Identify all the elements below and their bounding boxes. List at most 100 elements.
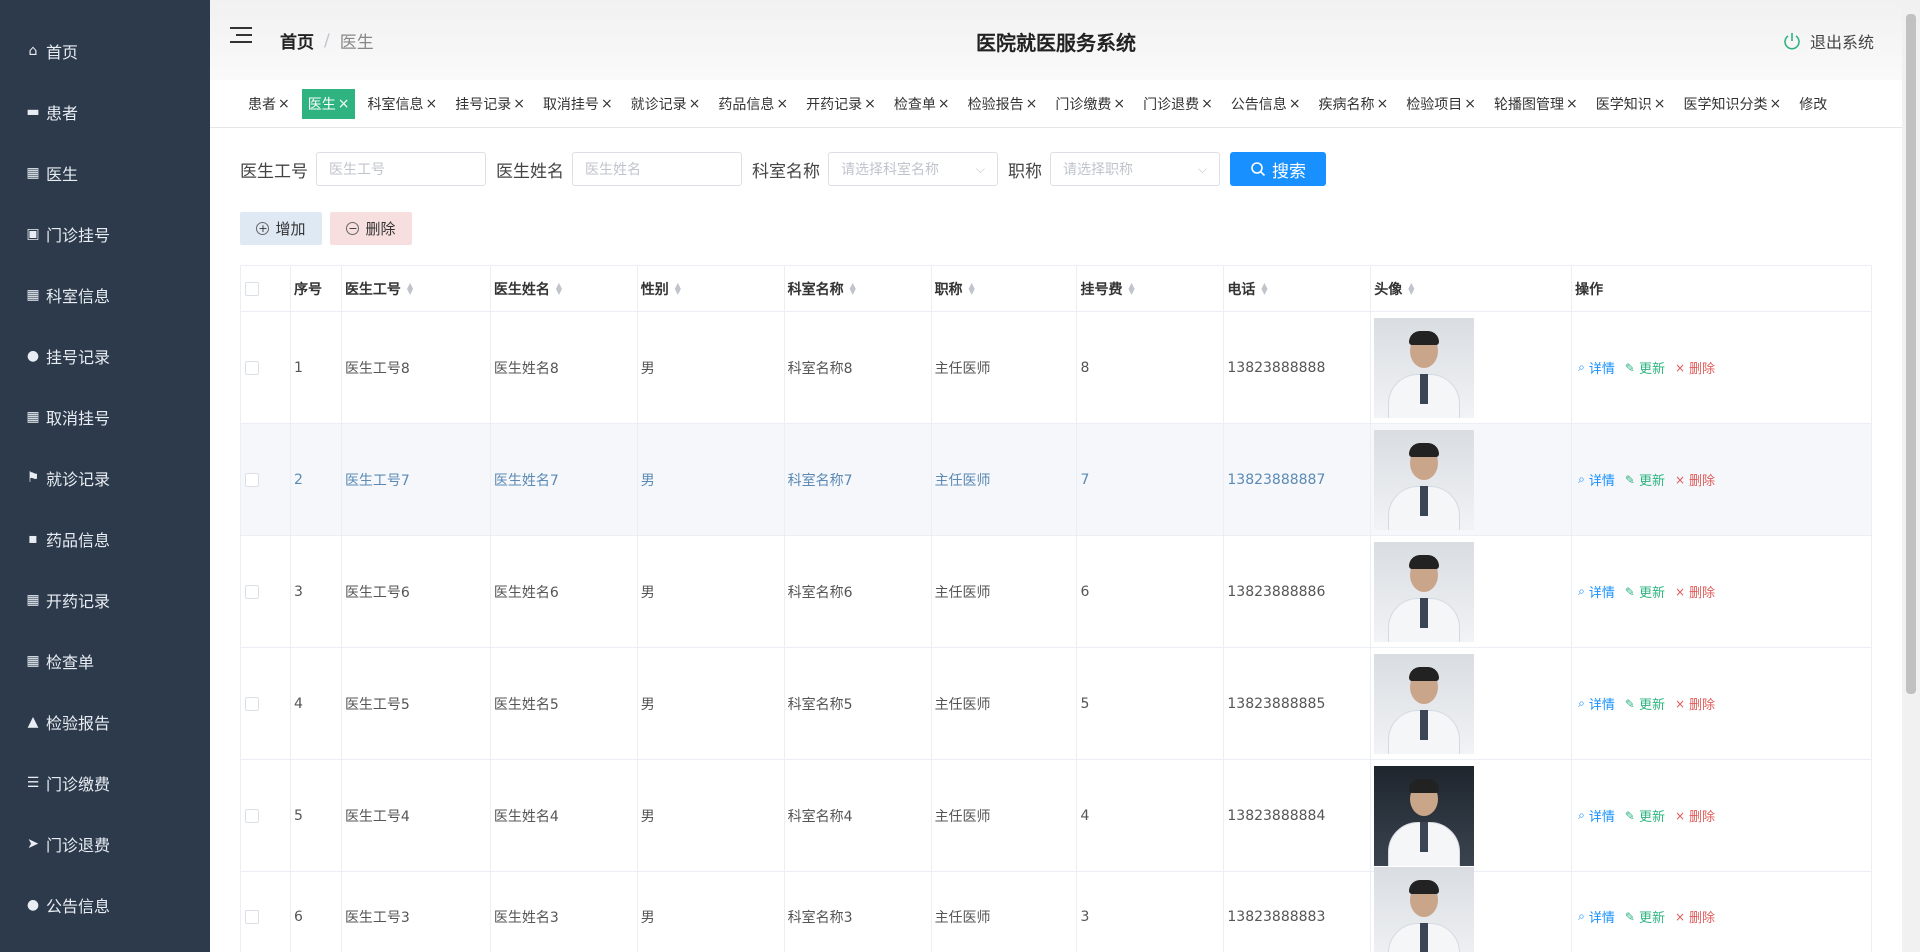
table-row[interactable]: 6 医生工号3 医生姓名3 男 科室名称3 主任医师 3 13823888883 ⌕ 详情 ✎ 更新 ×…: [241, 866, 1872, 952]
row-delete-button[interactable]: × 删除: [1675, 907, 1715, 927]
close-icon[interactable]: ×: [601, 96, 613, 112]
sort-icon[interactable]: ▲ ▼: [850, 281, 856, 295]
header-sex[interactable]: 性别 ▲ ▼: [638, 266, 785, 311]
close-icon[interactable]: ×: [1377, 96, 1389, 112]
doctor-name-input[interactable]: 医生姓名: [572, 152, 742, 186]
row-checkbox[interactable]: [245, 696, 259, 711]
table-row[interactable]: 2 医生工号7 医生姓名7 男 科室名称7 主任医师 7 13823888887 ⌕ 详情 ✎ 更新 ×…: [241, 424, 1872, 536]
table-row[interactable]: 3 医生工号6 医生姓名6 男 科室名称6 主任医师 6 13823888886 ⌕ 详情 ✎ 更新 ×…: [241, 536, 1872, 648]
sidebar-item[interactable]: ▦ 科室信息: [0, 264, 210, 325]
update-button[interactable]: ✎ 更新: [1625, 694, 1665, 714]
sort-icon[interactable]: ▲ ▼: [556, 281, 562, 295]
tab[interactable]: 药品信息 ×: [712, 89, 794, 119]
header-doctor-name[interactable]: 医生姓名 ▲ ▼: [491, 266, 638, 311]
sidebar-item[interactable]: ● 公告信息: [0, 874, 210, 935]
scrollbar-thumb[interactable]: [1906, 14, 1916, 694]
sidebar-item[interactable]: ▦ 医生: [0, 142, 210, 203]
menu-toggle-icon[interactable]: [230, 27, 252, 47]
close-icon[interactable]: ×: [1769, 96, 1781, 112]
row-delete-button[interactable]: × 删除: [1675, 582, 1715, 602]
tab[interactable]: 医学知识 ×: [1590, 89, 1672, 119]
select-all-checkbox[interactable]: [245, 281, 259, 296]
sort-icon[interactable]: ▲ ▼: [675, 281, 681, 295]
close-icon[interactable]: ×: [278, 96, 290, 112]
update-button[interactable]: ✎ 更新: [1625, 582, 1665, 602]
row-checkbox[interactable]: [245, 360, 259, 375]
sidebar-item[interactable]: ⌂ 首页: [0, 20, 210, 81]
tab[interactable]: 检查单 ×: [888, 89, 956, 119]
title-select[interactable]: 请选择职称 ⌵: [1050, 152, 1220, 186]
detail-button[interactable]: ⌕ 详情: [1578, 582, 1615, 601]
header-tel[interactable]: 电话 ▲ ▼: [1224, 266, 1372, 311]
close-icon[interactable]: ×: [425, 96, 437, 112]
table-row[interactable]: 4 医生工号5 医生姓名5 男 科室名称5 主任医师 5 13823888885 ⌕ 详情 ✎ 更新 ×…: [241, 648, 1872, 760]
add-button[interactable]: + 增加: [240, 212, 322, 245]
tab[interactable]: 修改: [1793, 89, 1833, 119]
header-fee[interactable]: 挂号费 ▲ ▼: [1077, 266, 1225, 311]
tab[interactable]: 取消挂号 ×: [537, 89, 619, 119]
close-icon[interactable]: ×: [776, 96, 788, 112]
close-icon[interactable]: ×: [864, 96, 876, 112]
tab[interactable]: 轮播图管理 ×: [1488, 89, 1584, 119]
tab[interactable]: 检验项目 ×: [1400, 89, 1482, 119]
sidebar-item[interactable]: ▲ 检验报告: [0, 691, 210, 752]
row-delete-button[interactable]: × 删除: [1675, 358, 1715, 378]
close-icon[interactable]: ×: [1464, 96, 1476, 112]
sidebar-item[interactable]: ▦ 检查单: [0, 630, 210, 691]
detail-button[interactable]: ⌕ 详情: [1578, 806, 1615, 825]
close-icon[interactable]: ×: [1289, 96, 1301, 112]
close-icon[interactable]: ×: [938, 96, 950, 112]
close-icon[interactable]: ×: [1654, 96, 1666, 112]
row-delete-button[interactable]: × 删除: [1675, 694, 1715, 714]
tab[interactable]: 检验报告 ×: [962, 89, 1044, 119]
sidebar-item[interactable]: ☰ 门诊缴费: [0, 752, 210, 813]
tab[interactable]: 医生 ×: [301, 89, 356, 119]
row-checkbox[interactable]: [245, 472, 259, 487]
sort-icon[interactable]: ▲ ▼: [969, 281, 975, 295]
header-title[interactable]: 职称 ▲ ▼: [932, 266, 1078, 311]
sort-icon[interactable]: ▲ ▼: [407, 281, 413, 295]
dept-select[interactable]: 请选择科室名称 ⌵: [828, 152, 998, 186]
sort-icon[interactable]: ▲ ▼: [1128, 281, 1134, 295]
sidebar-item[interactable]: ▦ 开药记录: [0, 569, 210, 630]
doctor-no-input[interactable]: 医生工号: [316, 152, 486, 186]
delete-button[interactable]: − 删除: [330, 212, 412, 245]
sidebar-item[interactable]: ▬ 患者: [0, 81, 210, 142]
sidebar-item[interactable]: ▣ 门诊挂号: [0, 203, 210, 264]
row-delete-button[interactable]: × 删除: [1675, 470, 1715, 490]
row-checkbox[interactable]: [245, 909, 259, 924]
close-icon[interactable]: ×: [1026, 96, 1038, 112]
sidebar-item[interactable]: ▦ 取消挂号: [0, 386, 210, 447]
update-button[interactable]: ✎ 更新: [1625, 470, 1665, 490]
header-doctor-no[interactable]: 医生工号 ▲ ▼: [342, 266, 491, 311]
tab[interactable]: 科室信息 ×: [361, 89, 443, 119]
close-icon[interactable]: ×: [1201, 96, 1213, 112]
header-avatar[interactable]: 头像 ▲ ▼: [1371, 266, 1573, 311]
update-button[interactable]: ✎ 更新: [1625, 358, 1665, 378]
row-checkbox[interactable]: [245, 584, 259, 599]
detail-button[interactable]: ⌕ 详情: [1578, 470, 1615, 489]
detail-button[interactable]: ⌕ 详情: [1578, 907, 1615, 926]
sidebar-item[interactable]: ➤ 门诊退费: [0, 813, 210, 874]
tab[interactable]: 公告信息 ×: [1225, 89, 1307, 119]
logout-button[interactable]: 退出系统: [1782, 29, 1874, 53]
tab[interactable]: 开药记录 ×: [800, 89, 882, 119]
close-icon[interactable]: ×: [689, 96, 701, 112]
update-button[interactable]: ✎ 更新: [1625, 907, 1665, 927]
sidebar-item[interactable]: ● 挂号记录: [0, 325, 210, 386]
close-icon[interactable]: ×: [1113, 96, 1125, 112]
header-dept[interactable]: 科室名称 ▲ ▼: [785, 266, 932, 311]
tab[interactable]: 疾病名称 ×: [1313, 89, 1395, 119]
detail-button[interactable]: ⌕ 详情: [1578, 358, 1615, 377]
close-icon[interactable]: ×: [338, 96, 350, 112]
sort-icon[interactable]: ▲ ▼: [1408, 281, 1414, 295]
search-button[interactable]: 搜索: [1230, 152, 1326, 186]
tab[interactable]: 就诊记录 ×: [625, 89, 707, 119]
update-button[interactable]: ✎ 更新: [1625, 806, 1665, 826]
sidebar-item[interactable]: ▪ 药品信息: [0, 508, 210, 569]
tab[interactable]: 门诊缴费 ×: [1049, 89, 1131, 119]
detail-button[interactable]: ⌕ 详情: [1578, 694, 1615, 713]
row-checkbox[interactable]: [245, 808, 259, 823]
close-icon[interactable]: ×: [513, 96, 525, 112]
table-row[interactable]: 1 医生工号8 医生姓名8 男 科室名称8 主任医师 8 13823888888 ⌕ 详情 ✎ 更新 ×…: [241, 312, 1872, 424]
